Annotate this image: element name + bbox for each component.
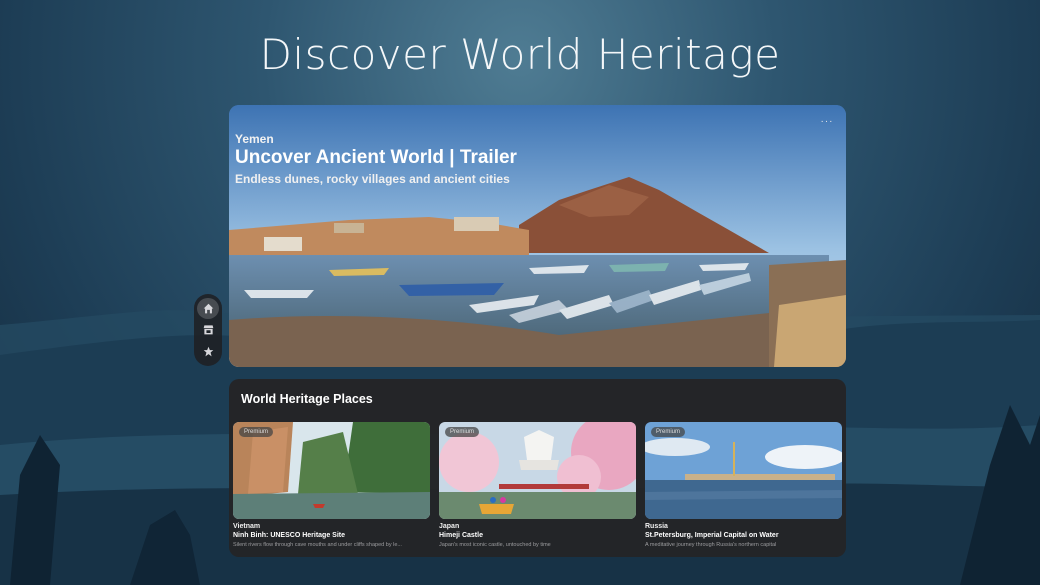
place-description: A meditative journey through Russia's no… bbox=[645, 542, 777, 548]
place-name: Himeji Castle bbox=[439, 532, 483, 539]
place-name: St.Petersburg, Imperial Capital on Water bbox=[645, 532, 779, 539]
place-card-vietnam[interactable]: Premium Vietnam Ninh Binh: UNESCO Herita… bbox=[233, 422, 430, 548]
place-thumbnail: Premium bbox=[645, 422, 842, 519]
place-name: Ninh Binh: UNESCO Heritage Site bbox=[233, 532, 346, 539]
place-card-japan[interactable]: Premium Japan Himeji Castle Japan's most… bbox=[439, 422, 636, 548]
place-country: Vietnam bbox=[233, 523, 261, 530]
home-icon bbox=[203, 303, 213, 314]
hero-country: Yemen bbox=[235, 132, 274, 146]
place-description: Silent rivers flow through cave mouths a… bbox=[233, 542, 402, 548]
nav-store-button[interactable] bbox=[197, 319, 219, 340]
world-heritage-places-panel: World Heritage Places Premium Vietnam Ni… bbox=[229, 379, 846, 557]
hero-title: Uncover Ancient World | Trailer bbox=[235, 147, 517, 168]
place-card-russia[interactable]: Premium Russia St.Petersburg, Imperial C… bbox=[645, 422, 842, 548]
place-description: Japan's most iconic castle, untouched by… bbox=[439, 542, 551, 548]
place-country: Japan bbox=[439, 523, 460, 530]
place-country: Russia bbox=[645, 523, 668, 530]
premium-badge: Premium bbox=[445, 427, 480, 437]
nav-favorites-button[interactable] bbox=[197, 341, 219, 362]
store-icon bbox=[203, 325, 213, 335]
premium-badge: Premium bbox=[651, 427, 686, 437]
page-title: Discover World Heritage bbox=[259, 30, 781, 79]
section-title: World Heritage Places bbox=[241, 392, 373, 406]
nav-home-button[interactable] bbox=[197, 298, 219, 320]
star-icon bbox=[203, 346, 213, 357]
hero-image bbox=[229, 105, 846, 367]
place-thumbnail: Premium bbox=[439, 422, 636, 519]
more-options-button[interactable]: ··· bbox=[816, 116, 838, 132]
hero-subtitle: Endless dunes, rocky villages and ancien… bbox=[235, 172, 510, 186]
side-navigation bbox=[194, 294, 222, 366]
premium-badge: Premium bbox=[239, 427, 274, 437]
hero-trailer-card[interactable]: Yemen Uncover Ancient World | Trailer En… bbox=[229, 105, 846, 367]
place-thumbnail: Premium bbox=[233, 422, 430, 519]
